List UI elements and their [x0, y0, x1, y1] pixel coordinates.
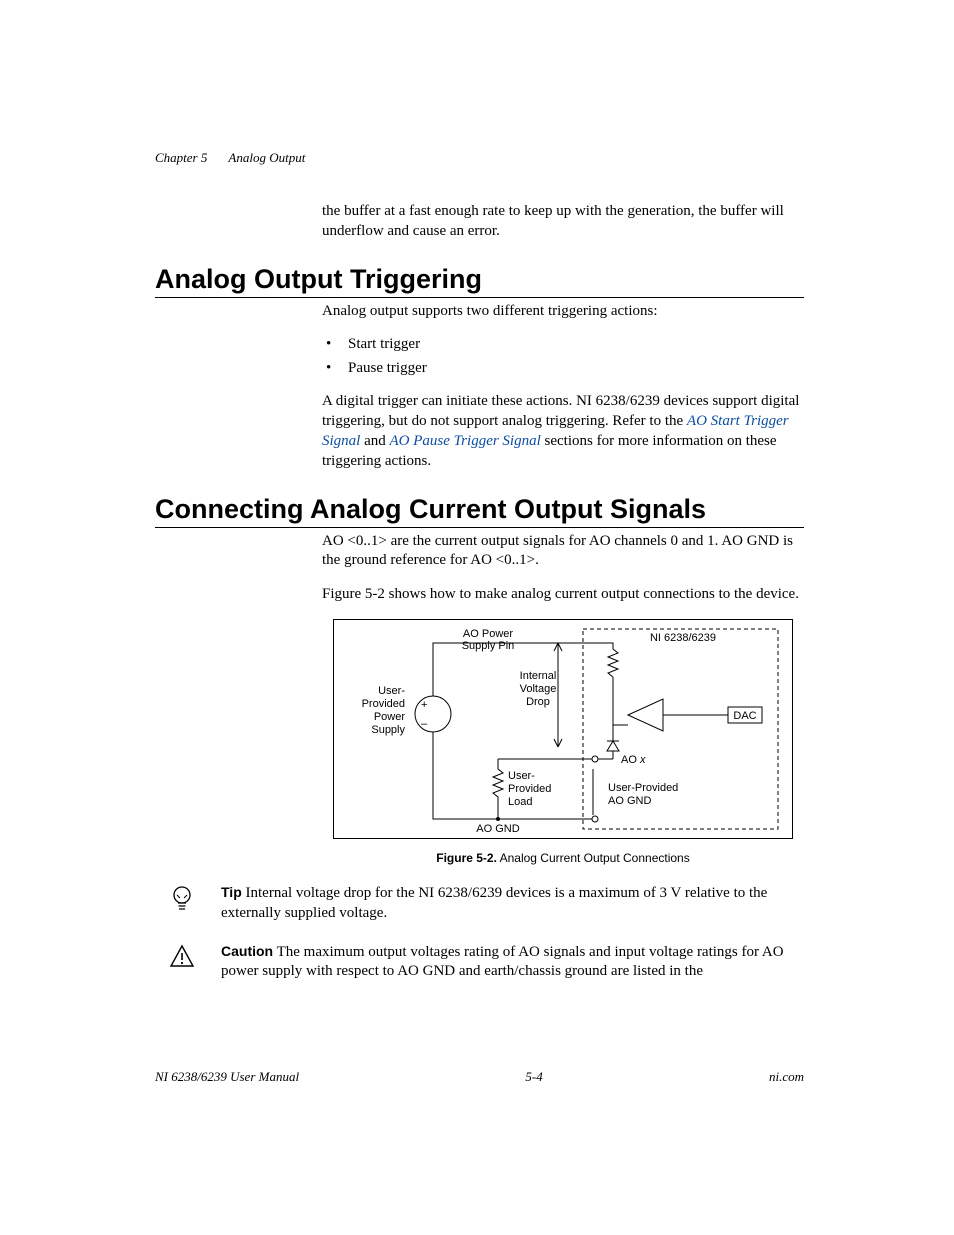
page-footer: NI 6238/6239 User Manual 5-4 ni.com [155, 1069, 804, 1085]
chapter-number: Chapter 5 [155, 150, 207, 165]
footer-center: 5-4 [525, 1069, 542, 1085]
figure-caption-text: Analog Current Output Connections [497, 851, 690, 865]
caution-body: The maximum output voltages rating of AO… [221, 944, 784, 980]
caution-text: Caution The maximum output voltages rati… [221, 942, 804, 983]
tip-label: Tip [221, 884, 242, 900]
label-user-ps-2: Provided [362, 698, 405, 710]
tip-body: Internal voltage drop for the NI 6238/62… [221, 885, 767, 921]
label-ao-power-2: Supply Pin [462, 640, 515, 652]
label-dac: DAC [733, 710, 756, 722]
tip-text: Tip Internal voltage drop for the NI 623… [221, 883, 804, 924]
lightbulb-icon [155, 883, 209, 913]
label-user-ps-3: Power [374, 711, 406, 723]
footer-right: ni.com [769, 1069, 804, 1085]
link-ao-pause-trigger[interactable]: AO Pause Trigger Signal [390, 433, 541, 449]
section-heading-triggering: Analog Output Triggering [155, 264, 804, 298]
list-item: Pause trigger [322, 359, 804, 379]
caution-block: Caution The maximum output voltages rati… [155, 942, 804, 983]
list-item: Start trigger [322, 335, 804, 355]
figure-diagram: NI 6238/6239 AO Power Supply Pin User- P… [333, 619, 793, 839]
intro-paragraph-block: the buffer at a fast enough rate to keep… [322, 202, 804, 242]
label-user-ps-4: Supply [371, 724, 405, 736]
trigger-list: Start trigger Pause trigger [322, 335, 804, 378]
footer-left: NI 6238/6239 User Manual [155, 1069, 299, 1085]
section-triggering-body: Analog output supports two different tri… [322, 302, 804, 472]
label-minus: – [421, 718, 428, 730]
triggering-p1: Analog output supports two different tri… [322, 302, 804, 322]
caution-label: Caution [221, 943, 273, 959]
label-ivd-2: Voltage [520, 683, 557, 695]
label-ao-power-1: AO Power [463, 628, 513, 640]
connecting-p2: Figure 5-2 shows how to make analog curr… [322, 585, 804, 605]
intro-paragraph: the buffer at a fast enough rate to keep… [322, 202, 804, 242]
tip-block: Tip Internal voltage drop for the NI 623… [155, 883, 804, 924]
label-up-aognd-1: User-Provided [608, 782, 678, 794]
label-up-aognd-2: AO GND [608, 795, 651, 807]
label-upload-2: Provided [508, 783, 551, 795]
figure-5-2: NI 6238/6239 AO Power Supply Pin User- P… [322, 619, 804, 865]
label-ao-gnd: AO GND [476, 823, 519, 835]
label-ivd-3: Drop [526, 696, 550, 708]
section-heading-connecting: Connecting Analog Current Output Signals [155, 494, 804, 528]
figure-caption-label: Figure 5-2. [436, 851, 497, 865]
triggering-p2: A digital trigger can initiate these act… [322, 392, 804, 471]
label-upload-1: User- [508, 770, 535, 782]
label-plus: + [421, 699, 427, 711]
label-upload-3: Load [508, 796, 532, 808]
section-connecting-body: AO <0..1> are the current output signals… [322, 532, 804, 605]
connecting-p1: AO <0..1> are the current output signals… [322, 532, 804, 572]
label-user-ps-1: User- [378, 685, 405, 697]
chapter-title: Analog Output [228, 150, 305, 165]
page: Chapter 5 Analog Output the buffer at a … [0, 0, 954, 1235]
label-ao-x: AO x [621, 754, 646, 766]
running-header: Chapter 5 Analog Output [155, 150, 804, 166]
figure-caption: Figure 5-2. Analog Current Output Connec… [322, 851, 804, 865]
label-ni-device: NI 6238/6239 [650, 632, 716, 644]
text-run: and [360, 433, 389, 449]
caution-icon [155, 942, 209, 968]
label-ivd-1: Internal [520, 670, 557, 682]
